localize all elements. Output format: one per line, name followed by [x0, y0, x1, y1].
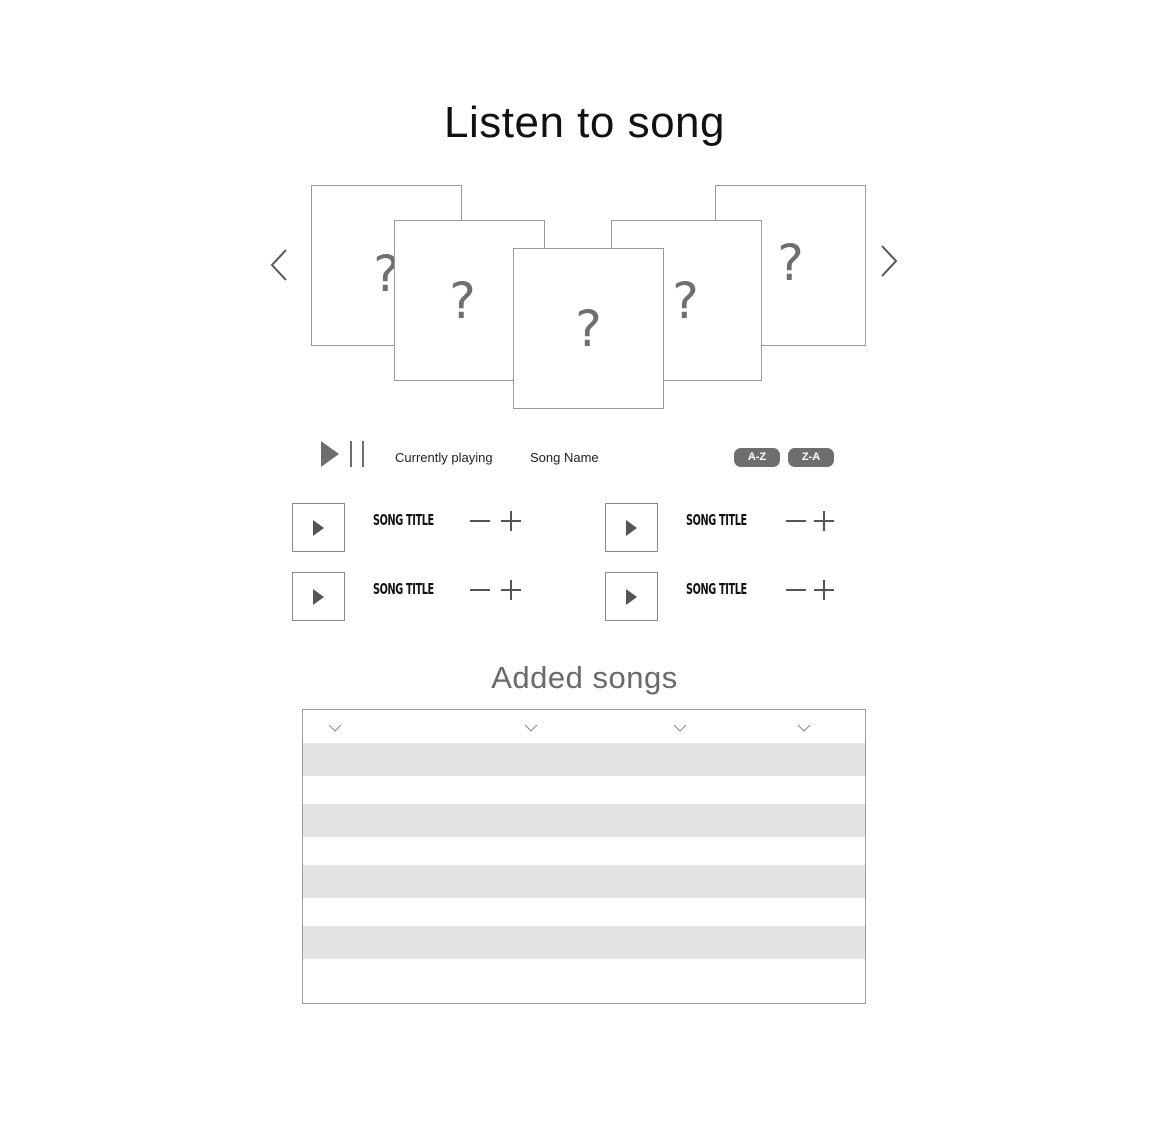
- song-play-button[interactable]: [292, 503, 345, 552]
- add-song-button[interactable]: [814, 580, 834, 600]
- play-icon: [626, 519, 637, 536]
- remove-song-button[interactable]: [470, 520, 490, 522]
- column-sort-button[interactable]: [524, 724, 538, 732]
- album-placeholder-icon: ?: [777, 233, 804, 292]
- chevron-down-icon: [328, 724, 342, 732]
- sort-za-button[interactable]: Z-A: [788, 448, 834, 467]
- play-icon: [313, 519, 324, 536]
- add-song-button[interactable]: [814, 511, 834, 531]
- pause-bar: [362, 441, 364, 467]
- song-title: SONG TITLE: [373, 580, 434, 598]
- column-sort-button[interactable]: [797, 724, 811, 732]
- song-title: SONG TITLE: [686, 580, 747, 598]
- added-songs-table: [302, 709, 866, 1004]
- column-sort-button[interactable]: [328, 724, 342, 732]
- song-play-button[interactable]: [605, 572, 658, 621]
- play-icon[interactable]: [321, 441, 339, 467]
- table-row[interactable]: [303, 743, 865, 776]
- carousel-next-button[interactable]: [876, 244, 900, 278]
- table-row[interactable]: [303, 837, 865, 865]
- sort-az-button[interactable]: A-Z: [734, 448, 780, 467]
- add-song-button[interactable]: [501, 511, 521, 531]
- chevron-down-icon: [524, 724, 538, 732]
- song-play-button[interactable]: [605, 503, 658, 552]
- remove-song-button[interactable]: [470, 589, 490, 591]
- play-icon: [626, 588, 637, 605]
- album-placeholder-icon: ?: [672, 271, 699, 330]
- chevron-left-icon: [270, 249, 287, 281]
- add-song-button[interactable]: [501, 580, 521, 600]
- pause-bar: [350, 441, 352, 467]
- table-row[interactable]: [303, 898, 865, 926]
- remove-song-button[interactable]: [786, 589, 806, 591]
- play-icon: [313, 588, 324, 605]
- currently-playing-label: Currently playing: [395, 450, 493, 465]
- remove-song-button[interactable]: [786, 520, 806, 522]
- album-placeholder-icon: ?: [449, 271, 476, 330]
- pause-button[interactable]: [349, 441, 367, 467]
- chevron-right-icon: [881, 245, 898, 277]
- chevron-down-icon: [797, 724, 811, 732]
- song-play-button[interactable]: [292, 572, 345, 621]
- song-title: SONG TITLE: [373, 511, 434, 529]
- added-songs-title: Added songs: [491, 660, 678, 695]
- album-placeholder-icon: ?: [575, 299, 602, 358]
- page-title: Listen to song: [444, 98, 725, 147]
- table-row[interactable]: [303, 926, 865, 959]
- song-title: SONG TITLE: [686, 511, 747, 529]
- chevron-down-icon: [673, 724, 687, 732]
- column-sort-button[interactable]: [673, 724, 687, 732]
- carousel-prev-button[interactable]: [268, 248, 292, 282]
- table-row[interactable]: [303, 865, 865, 898]
- table-header: [303, 710, 865, 743]
- table-row[interactable]: [303, 804, 865, 837]
- current-song-name: Song Name: [530, 450, 599, 465]
- table-row[interactable]: [303, 959, 865, 1003]
- album-card-center[interactable]: ?: [513, 248, 664, 409]
- table-row[interactable]: [303, 776, 865, 804]
